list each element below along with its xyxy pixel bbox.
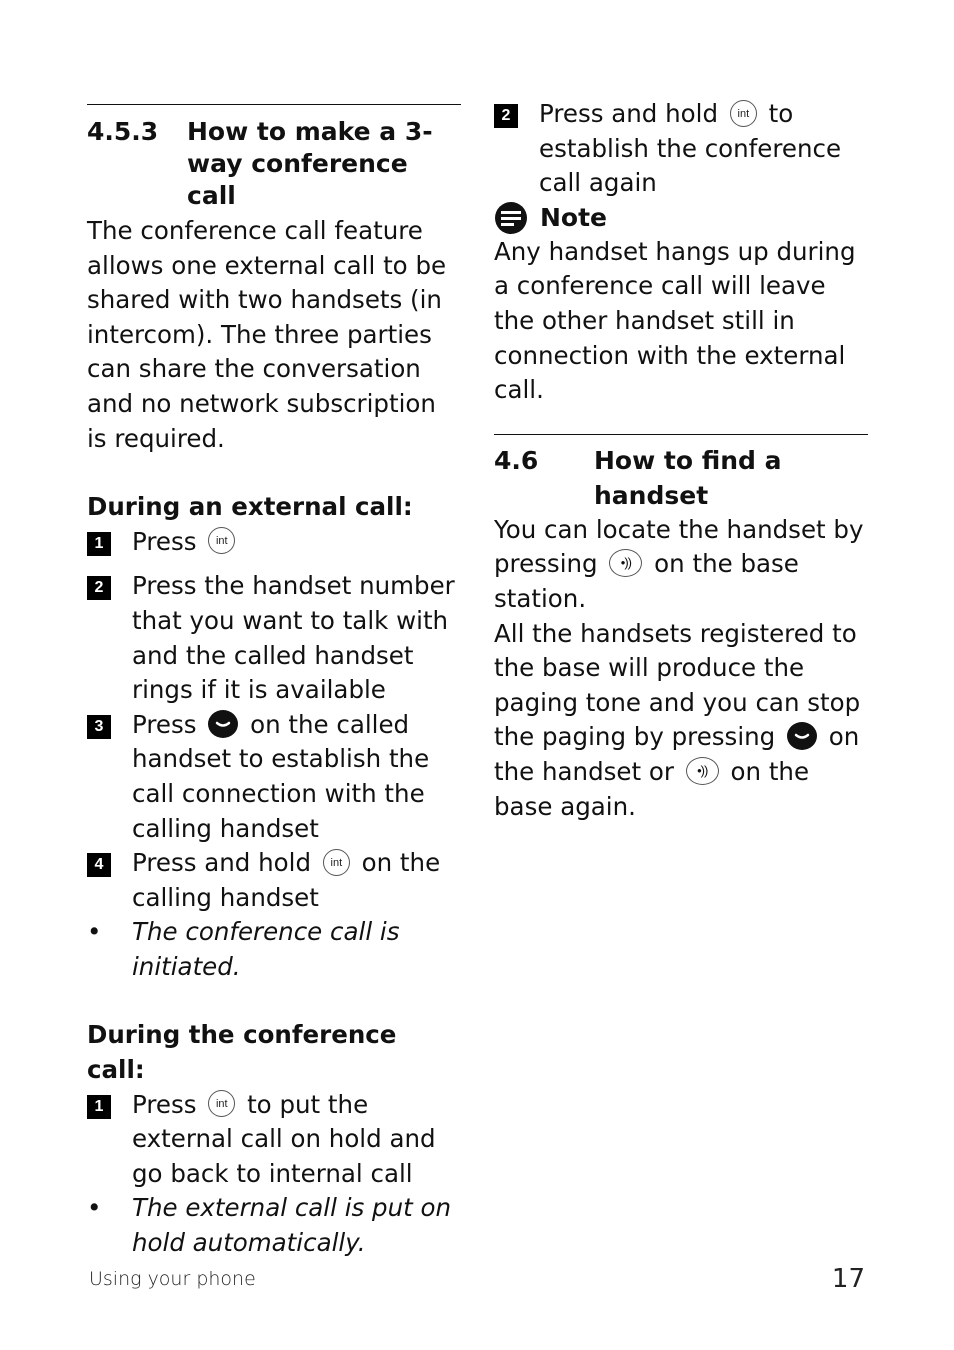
footer-section-label: Using your phone [89, 1268, 256, 1290]
section-divider [494, 433, 868, 435]
step-item: 1 Press int [87, 525, 461, 560]
step-item: 3 Press on the called handset to establi… [87, 708, 461, 846]
note-icon [495, 201, 527, 234]
step-number-badge: 3 [87, 714, 111, 739]
paging-key-icon: •)) [685, 756, 719, 785]
section-title: How to find a handset [594, 445, 782, 510]
result-bullet: • The conference call is initiated. [87, 915, 461, 984]
step-item: 4 Press and hold int on the calling hand… [87, 846, 461, 915]
intro-paragraph: The conference call feature allows one e… [87, 216, 447, 453]
step-item: 2 Press and hold int to establish the co… [494, 97, 868, 201]
subheading-external-call: During an external call: [87, 492, 413, 522]
result-text: The conference call is initiated. [132, 917, 400, 981]
int-key-icon: int [322, 848, 350, 876]
page-number: 17 [831, 1264, 865, 1294]
subheading-conference-call: During the conference call: [87, 1020, 397, 1085]
section-heading-4-5-3: 4.5.3 How to make a 3-way conference cal… [87, 116, 461, 212]
note-text: Any handset hangs up during a conference… [494, 236, 856, 405]
bullet-dot: • [87, 1193, 102, 1223]
talk-key-icon [208, 709, 239, 738]
int-key-icon: int [208, 527, 236, 555]
step-text: Press and hold [539, 99, 719, 128]
step-number-badge: 1 [87, 1094, 111, 1119]
step-text: Press the handset number that you want t… [132, 571, 455, 705]
section-number: 4.6 [494, 445, 539, 475]
step-item: 2 Press the handset number that you want… [87, 569, 461, 707]
talk-key-icon [787, 722, 817, 751]
note-label: Note [540, 202, 608, 232]
paging-key-icon: •)) [609, 549, 643, 578]
int-key-icon: int [208, 1090, 236, 1118]
find-handset-paragraph-1: You can locate the handset by pressing •… [494, 513, 868, 617]
bullet-dot: • [87, 917, 102, 947]
step-number-badge: 2 [87, 576, 111, 601]
step-text: Press [132, 1089, 197, 1119]
result-text: The external call is put on hold automat… [132, 1193, 452, 1258]
step-text: Press [132, 709, 197, 739]
step-text: Press and hold [132, 848, 312, 878]
step-number-badge: 1 [87, 531, 111, 556]
step-number-badge: 4 [87, 853, 111, 878]
note-heading: Note [494, 201, 868, 235]
right-column: 2 Press and hold int to establish the co… [494, 97, 868, 824]
section-number: 4.5.3 [87, 117, 159, 146]
step-number-badge: 2 [494, 104, 518, 128]
int-key-icon: int [729, 99, 757, 127]
section-heading-4-6: 4.6 How to find a handset [494, 443, 868, 513]
step-item: 1 Press int to put the external call on … [87, 1088, 461, 1192]
result-bullet: • The external call is put on hold autom… [87, 1191, 461, 1260]
left-column: 4.5.3 How to make a 3-way conference cal… [87, 104, 461, 1261]
step-text: Press [132, 526, 197, 556]
section-divider [87, 104, 461, 105]
section-title: How to make a 3-way conference call [187, 117, 433, 210]
find-handset-paragraph-2: All the handsets registered to the base … [494, 617, 868, 825]
